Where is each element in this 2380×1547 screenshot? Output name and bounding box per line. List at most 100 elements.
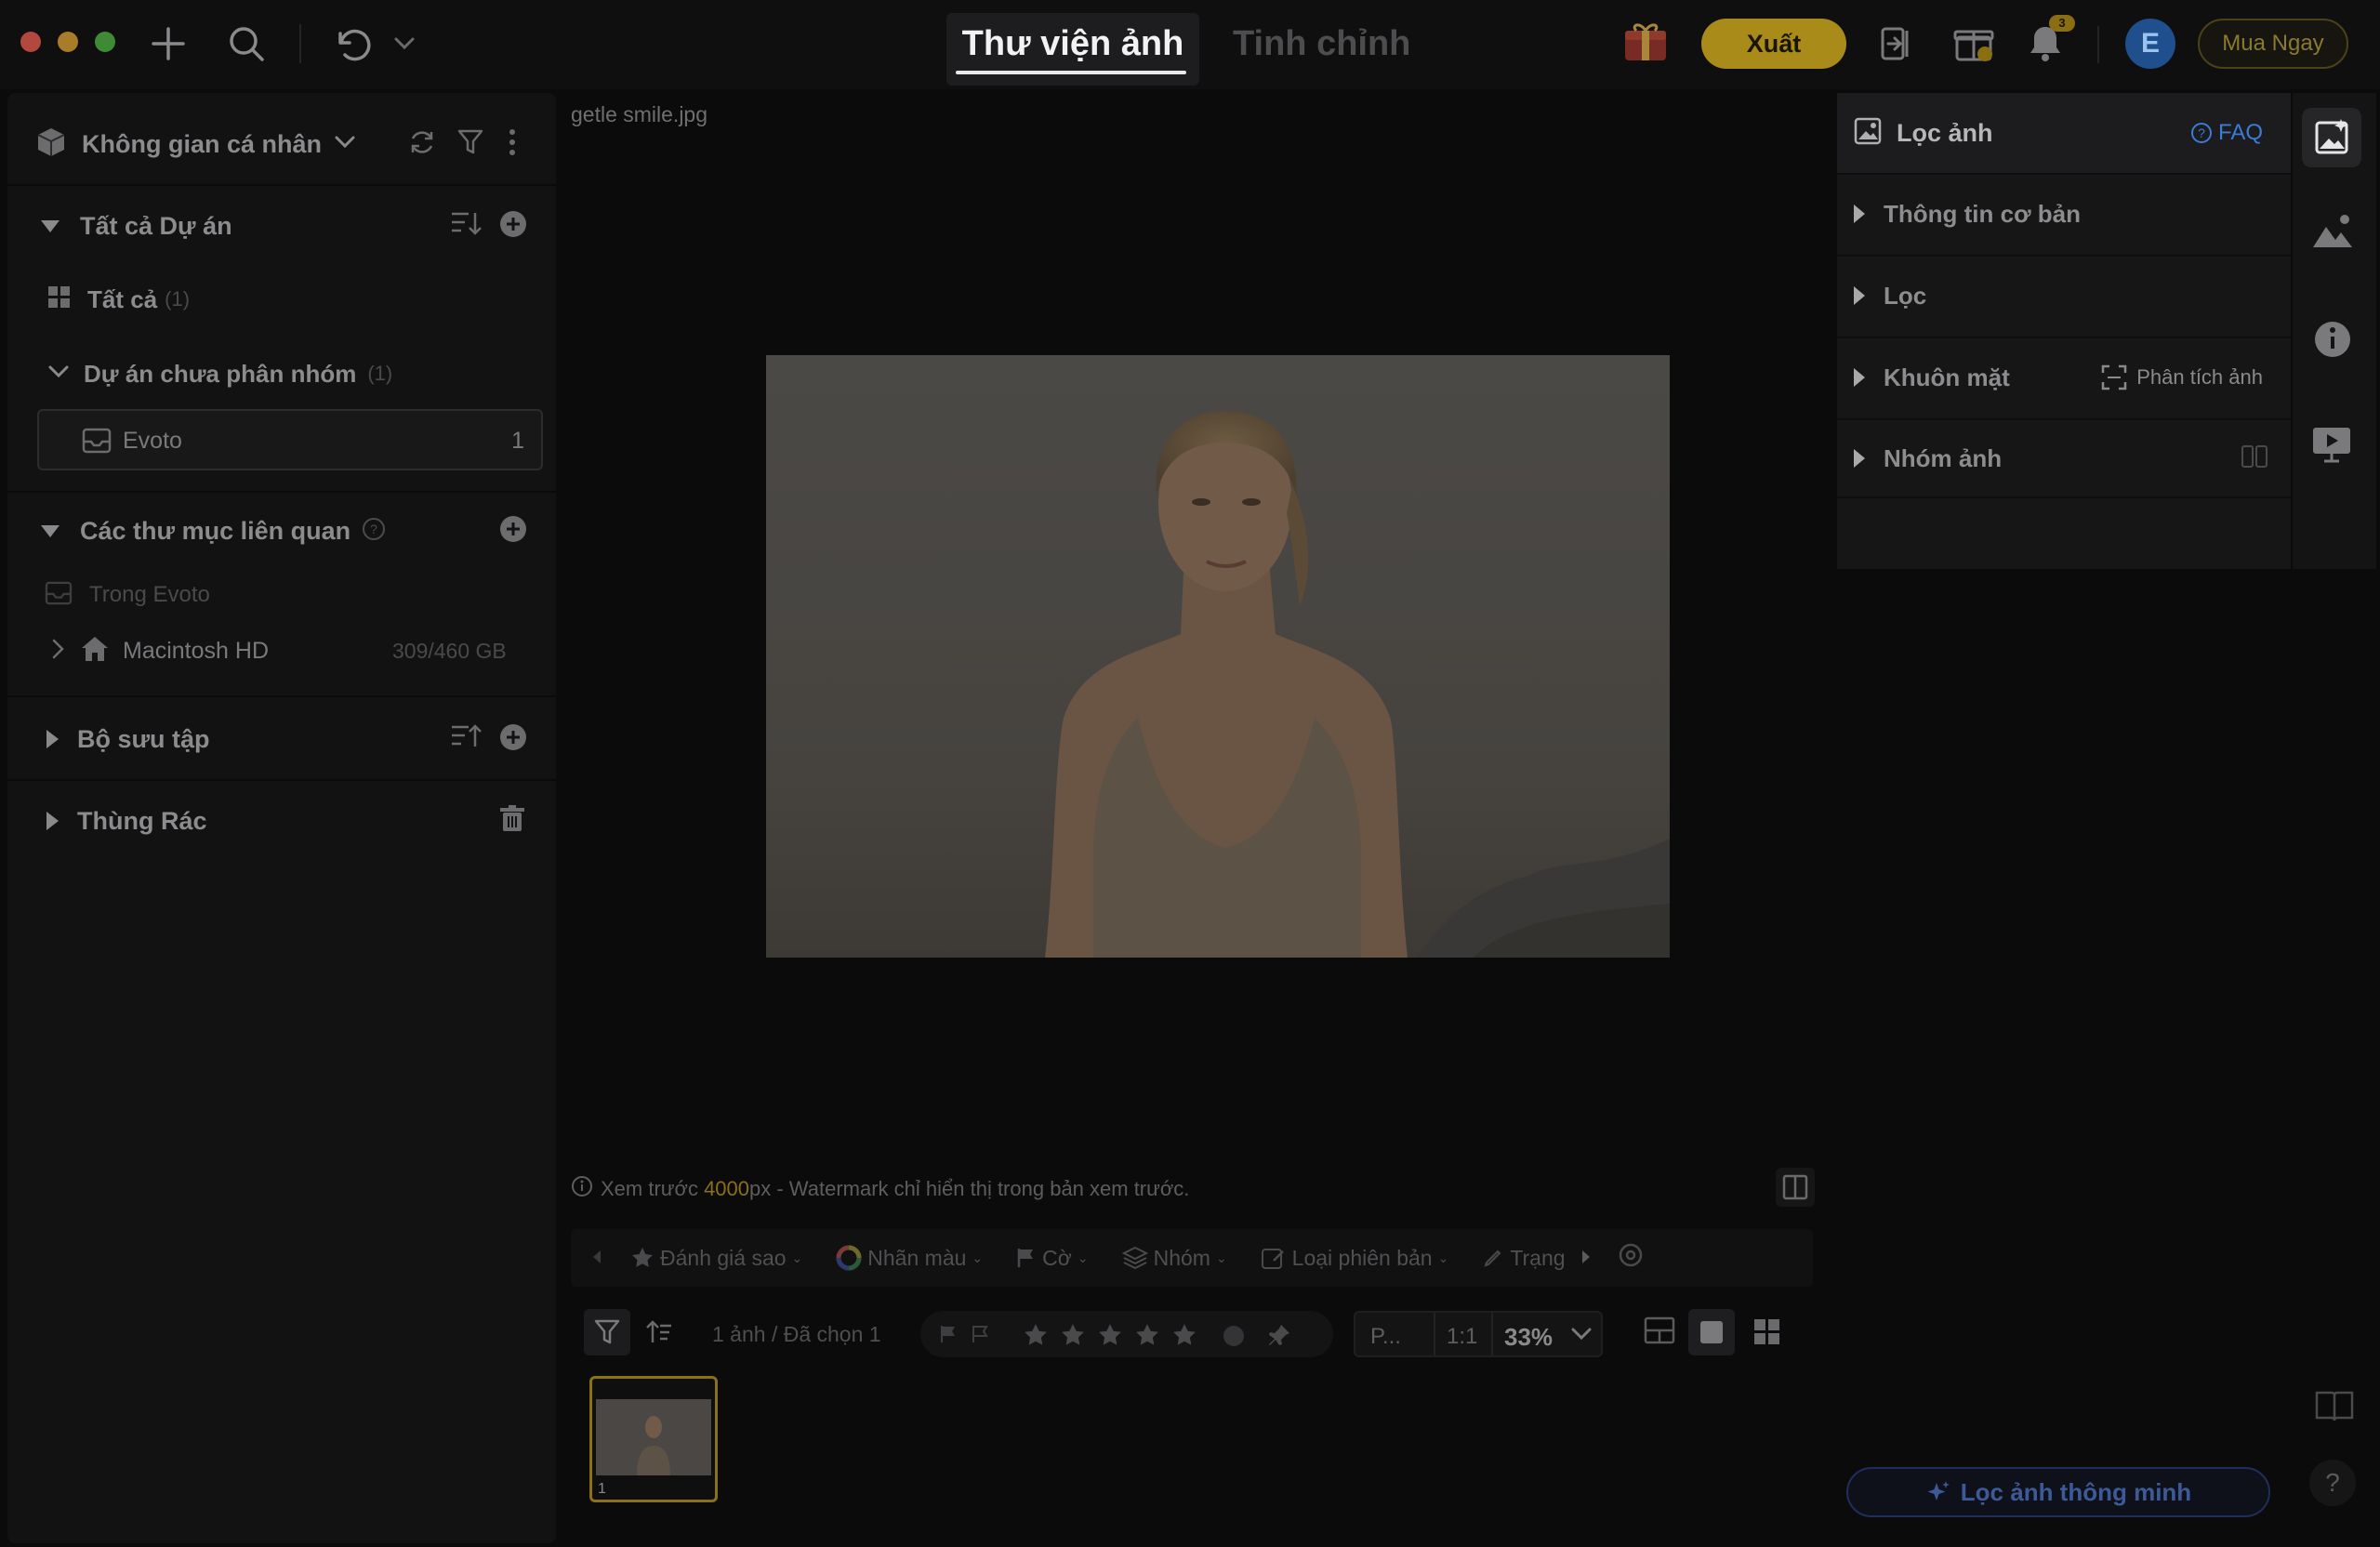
divider bbox=[1491, 1313, 1493, 1355]
undo-icon[interactable] bbox=[329, 22, 376, 65]
tab-edit[interactable]: Tinh chỉnh bbox=[1233, 17, 1410, 71]
flag-pick-icon[interactable] bbox=[939, 1324, 959, 1349]
sidebar-item-evoto[interactable]: Evoto 1 bbox=[37, 409, 543, 470]
add-project-icon[interactable] bbox=[498, 209, 528, 244]
guide-book-icon[interactable] bbox=[2315, 1389, 2354, 1427]
all-projects-header[interactable]: Tất cả Dự án bbox=[7, 205, 556, 247]
photo-filter-panel: Lọc ảnh ? FAQ Thông tin cơ bản Lọc Khuôn… bbox=[1837, 93, 2291, 569]
sort-icon[interactable] bbox=[450, 723, 482, 756]
more-options-icon[interactable] bbox=[508, 128, 517, 161]
trash-header[interactable]: Thùng Rác bbox=[7, 800, 556, 842]
version-filter[interactable]: Loại phiên bản ⌄ bbox=[1261, 1245, 1448, 1271]
tool-photo-filter-active[interactable] bbox=[2302, 108, 2361, 167]
tab-library[interactable]: Thư viện ảnh bbox=[946, 13, 1199, 86]
sidebar-item-in-evoto[interactable]: Trong Evoto bbox=[7, 575, 556, 615]
chevron-right-icon[interactable] bbox=[52, 639, 65, 664]
faq-label: FAQ bbox=[2217, 120, 2263, 145]
ungrouped-projects-header[interactable]: Dự án chưa phân nhóm (1) bbox=[7, 353, 556, 394]
image-sparkle-icon bbox=[2315, 119, 2348, 154]
star-rating[interactable] bbox=[1023, 1322, 1197, 1348]
help-circle-icon[interactable]: ? bbox=[362, 517, 386, 546]
color-label-filter[interactable]: Nhãn màu ⌄ bbox=[836, 1245, 983, 1271]
scroll-left-icon[interactable] bbox=[591, 1246, 602, 1271]
close-window-button[interactable] bbox=[20, 32, 41, 52]
help-button[interactable]: ? bbox=[2309, 1460, 2356, 1506]
zoom-window-button[interactable] bbox=[95, 32, 115, 52]
star-icon[interactable] bbox=[1134, 1322, 1160, 1348]
related-folders-label: Các thư mục liên quan bbox=[80, 516, 351, 545]
color-dot[interactable] bbox=[1223, 1326, 1244, 1346]
zoom-level[interactable]: 33% bbox=[1504, 1323, 1553, 1352]
collections-header[interactable]: Bộ sưu tập bbox=[7, 718, 556, 760]
group-filter-label: Nhóm bbox=[1153, 1245, 1210, 1270]
flag-filter-label: Cờ bbox=[1042, 1245, 1072, 1270]
add-folder-icon[interactable] bbox=[498, 514, 528, 549]
status-filter[interactable]: Trạng bbox=[1482, 1246, 1566, 1271]
faq-link[interactable]: ? FAQ bbox=[2190, 120, 2263, 146]
star-icon[interactable] bbox=[1171, 1322, 1197, 1348]
star-icon[interactable] bbox=[1023, 1322, 1049, 1348]
notification-badge: 3 bbox=[2049, 15, 2075, 32]
add-icon[interactable] bbox=[147, 22, 190, 65]
split-view-icon[interactable] bbox=[2241, 444, 2268, 473]
landscape-icon[interactable] bbox=[2311, 212, 2354, 254]
view-1to1-button[interactable]: 1:1 bbox=[1447, 1324, 1477, 1350]
sort-icon[interactable] bbox=[643, 1318, 673, 1351]
version-filter-label: Loại phiên bản bbox=[1291, 1245, 1433, 1270]
title-bar: Thư viện ảnh Tinh chỉnh Xuất 3 E Mua Nga… bbox=[0, 0, 2380, 89]
layout-split-icon[interactable] bbox=[1644, 1316, 1675, 1349]
info-icon[interactable] bbox=[2313, 320, 2352, 364]
chevron-down-icon[interactable] bbox=[390, 32, 418, 56]
analyze-photo-button[interactable]: Phân tích ảnh bbox=[2101, 364, 2263, 390]
add-collection-icon[interactable] bbox=[498, 722, 528, 757]
slideshow-icon[interactable] bbox=[2311, 424, 2352, 469]
flag-filter[interactable]: Cờ ⌄ bbox=[1016, 1245, 1089, 1271]
avatar[interactable]: E bbox=[2125, 19, 2175, 69]
sidebar-item-all[interactable]: Tất cả (1) bbox=[7, 279, 556, 320]
compare-view-button[interactable] bbox=[1776, 1168, 1815, 1207]
sidebar-item-macintosh-hd[interactable]: Macintosh HD 309/460 GB bbox=[7, 630, 556, 671]
scroll-right-icon[interactable] bbox=[1580, 1246, 1592, 1271]
minimize-window-button[interactable] bbox=[58, 32, 78, 52]
view-fit-button[interactable]: P... bbox=[1370, 1324, 1401, 1350]
sort-icon[interactable] bbox=[450, 210, 482, 243]
settings-icon[interactable] bbox=[1618, 1242, 1644, 1274]
import-icon[interactable] bbox=[1876, 22, 1919, 65]
section-filter[interactable]: Lọc bbox=[1837, 255, 2291, 335]
star-icon[interactable] bbox=[1097, 1322, 1123, 1348]
preview-suffix: px - Watermark chỉ hiển thị trong bản xe… bbox=[749, 1177, 1190, 1200]
star-icon bbox=[632, 1248, 653, 1267]
evoto-count: 1 bbox=[511, 428, 524, 454]
photo-thumbnail[interactable]: 1 bbox=[589, 1376, 718, 1502]
trash-label: Thùng Rác bbox=[77, 806, 207, 835]
search-icon[interactable] bbox=[225, 22, 268, 65]
rating-filter[interactable]: Đánh giá sao ⌄ bbox=[630, 1246, 802, 1271]
filter-toggle-button[interactable] bbox=[584, 1309, 630, 1355]
section-groups[interactable]: Nhóm ảnh bbox=[1837, 418, 2291, 498]
section-label: Lọc bbox=[1884, 281, 1927, 310]
smart-filter-button[interactable]: Lọc ảnh thông minh bbox=[1846, 1467, 2270, 1517]
flag-reject-icon[interactable] bbox=[971, 1324, 991, 1349]
trash-icon[interactable] bbox=[500, 804, 524, 838]
filter-icon[interactable] bbox=[457, 128, 483, 161]
book-open-icon bbox=[1782, 1174, 1808, 1200]
main-photo-preview[interactable] bbox=[766, 355, 1670, 958]
inbox-icon bbox=[45, 581, 73, 610]
buy-now-button[interactable]: Mua Ngay bbox=[2198, 19, 2348, 69]
section-faces[interactable]: Khuôn mặt Phân tích ảnh bbox=[1837, 337, 2291, 416]
section-label: Nhóm ảnh bbox=[1884, 443, 2003, 472]
layout-single-button[interactable] bbox=[1688, 1309, 1735, 1355]
star-icon[interactable] bbox=[1060, 1322, 1086, 1348]
related-folders-header[interactable]: Các thư mục liên quan ? bbox=[7, 509, 556, 552]
section-basic-info[interactable]: Thông tin cơ bản bbox=[1837, 173, 2291, 253]
panel-header: Lọc ảnh ? FAQ bbox=[1837, 93, 2291, 173]
export-button[interactable]: Xuất bbox=[1701, 19, 1846, 69]
layout-grid-icon[interactable] bbox=[1753, 1318, 1781, 1351]
refresh-icon[interactable] bbox=[407, 127, 437, 162]
gift-promo-icon[interactable] bbox=[1620, 19, 1672, 67]
pin-icon[interactable] bbox=[1266, 1322, 1292, 1353]
group-filter[interactable]: Nhóm ⌄ bbox=[1121, 1245, 1227, 1271]
chevron-down-icon[interactable] bbox=[1571, 1328, 1592, 1345]
gift-box-icon[interactable] bbox=[1950, 20, 1997, 65]
workspace-selector[interactable]: Không gian cá nhân bbox=[7, 119, 556, 169]
